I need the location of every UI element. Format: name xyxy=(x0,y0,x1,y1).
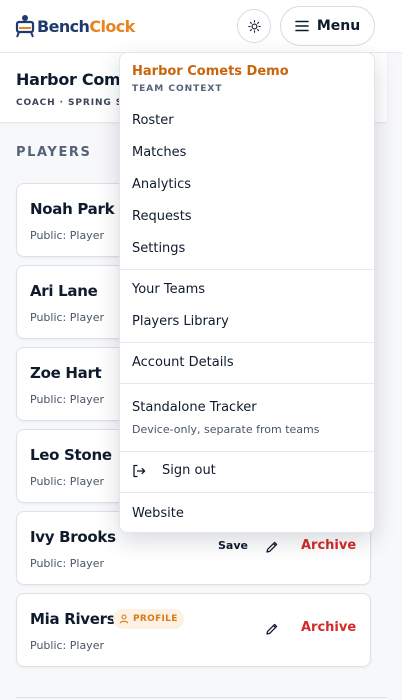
dropdown-context-label: TEAM CONTEXT xyxy=(132,84,223,94)
edit-button[interactable] xyxy=(263,620,281,638)
player-name: Ari Lane xyxy=(30,282,98,300)
player-role: Public: Player xyxy=(30,229,104,242)
menu-item-website[interactable]: Website xyxy=(132,506,184,521)
pencil-icon xyxy=(266,541,278,553)
menu-item-settings[interactable]: Settings xyxy=(132,241,185,256)
players-section-label: PLAYERS xyxy=(16,145,92,160)
menu-item-players-library[interactable]: Players Library xyxy=(132,314,229,329)
top-bar: BenchClock Menu xyxy=(0,0,402,53)
player-name: Zoe Hart xyxy=(30,364,102,382)
profile-badge-label: PROFILE xyxy=(133,614,178,624)
player-name: Noah Park xyxy=(30,200,115,218)
pencil-icon xyxy=(266,623,278,635)
menu-item-standalone-tracker[interactable]: Standalone Tracker xyxy=(132,400,257,415)
edit-button[interactable] xyxy=(263,538,281,556)
menu-divider xyxy=(120,342,374,343)
archive-button[interactable]: Archive xyxy=(301,538,356,553)
menu-item-requests[interactable]: Requests xyxy=(132,209,192,224)
player-name: Leo Stone xyxy=(30,446,112,464)
sign-out-button[interactable]: Sign out xyxy=(132,463,216,478)
player-role: Public: Player xyxy=(30,557,104,570)
player-name: Ivy Brooks xyxy=(30,528,116,546)
menu-button[interactable]: Menu xyxy=(280,6,375,46)
save-button[interactable]: Save xyxy=(218,539,248,552)
menu-item-roster[interactable]: Roster xyxy=(132,113,174,128)
menu-divider xyxy=(120,492,374,493)
menu-item-matches[interactable]: Matches xyxy=(132,145,186,160)
menu-divider xyxy=(120,269,374,270)
menu-item-analytics[interactable]: Analytics xyxy=(132,177,191,192)
hamburger-icon xyxy=(295,20,309,32)
theme-toggle-button[interactable] xyxy=(237,9,271,43)
menu-button-label: Menu xyxy=(316,18,361,34)
player-card[interactable]: Mia Rivers PROFILE Public: Player Archiv… xyxy=(16,593,371,667)
bench-logo-icon xyxy=(15,15,35,38)
sun-icon xyxy=(247,19,261,33)
person-icon xyxy=(119,614,129,624)
player-role: Public: Player xyxy=(30,393,104,406)
brand-logo[interactable]: BenchClock xyxy=(14,14,135,38)
player-role: Public: Player xyxy=(30,475,104,488)
player-name: Mia Rivers xyxy=(30,610,116,628)
sign-out-label: Sign out xyxy=(162,463,216,478)
archive-button[interactable]: Archive xyxy=(301,620,356,635)
menu-divider xyxy=(120,383,374,384)
menu-divider xyxy=(120,451,374,452)
divider xyxy=(16,697,387,698)
player-role: Public: Player xyxy=(30,311,104,324)
dropdown-team-name: Harbor Comets Demo xyxy=(132,64,289,79)
profile-badge: PROFILE xyxy=(113,609,184,629)
tracker-description: Device-only, separate from teams xyxy=(132,423,320,436)
brand-name: BenchClock xyxy=(37,16,135,36)
menu-item-account-details[interactable]: Account Details xyxy=(132,355,234,370)
sign-out-icon xyxy=(133,464,146,477)
player-role: Public: Player xyxy=(30,639,104,652)
menu-item-your-teams[interactable]: Your Teams xyxy=(132,282,205,297)
nav-dropdown-menu: Harbor Comets Demo TEAM CONTEXT Roster M… xyxy=(119,52,375,533)
